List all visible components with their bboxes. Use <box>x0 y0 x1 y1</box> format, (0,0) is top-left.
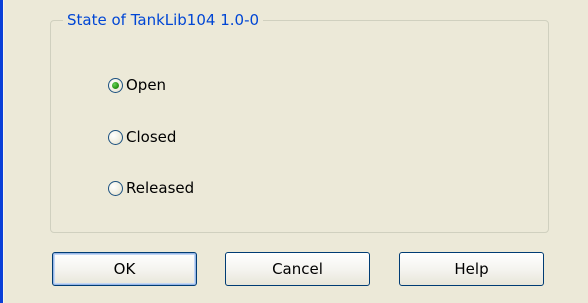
radio-released[interactable]: Released <box>108 177 194 199</box>
radio-open[interactable]: Open <box>108 74 166 96</box>
ok-button[interactable]: OK <box>52 252 197 286</box>
radio-released-label: Released <box>126 179 195 197</box>
radio-dot-icon <box>112 81 119 89</box>
radio-closed-label: Closed <box>126 128 177 146</box>
cancel-button[interactable]: Cancel <box>225 252 370 286</box>
help-button[interactable]: Help <box>399 252 544 286</box>
radio-selected-icon <box>108 77 123 93</box>
radio-open-label: Open <box>126 76 167 94</box>
radio-unselected-icon <box>108 129 123 145</box>
window-border-highlight <box>3 0 4 303</box>
radio-unselected-icon <box>108 180 123 196</box>
state-group-title: State of TankLib104 1.0-0 <box>63 9 264 31</box>
radio-closed[interactable]: Closed <box>108 126 176 148</box>
